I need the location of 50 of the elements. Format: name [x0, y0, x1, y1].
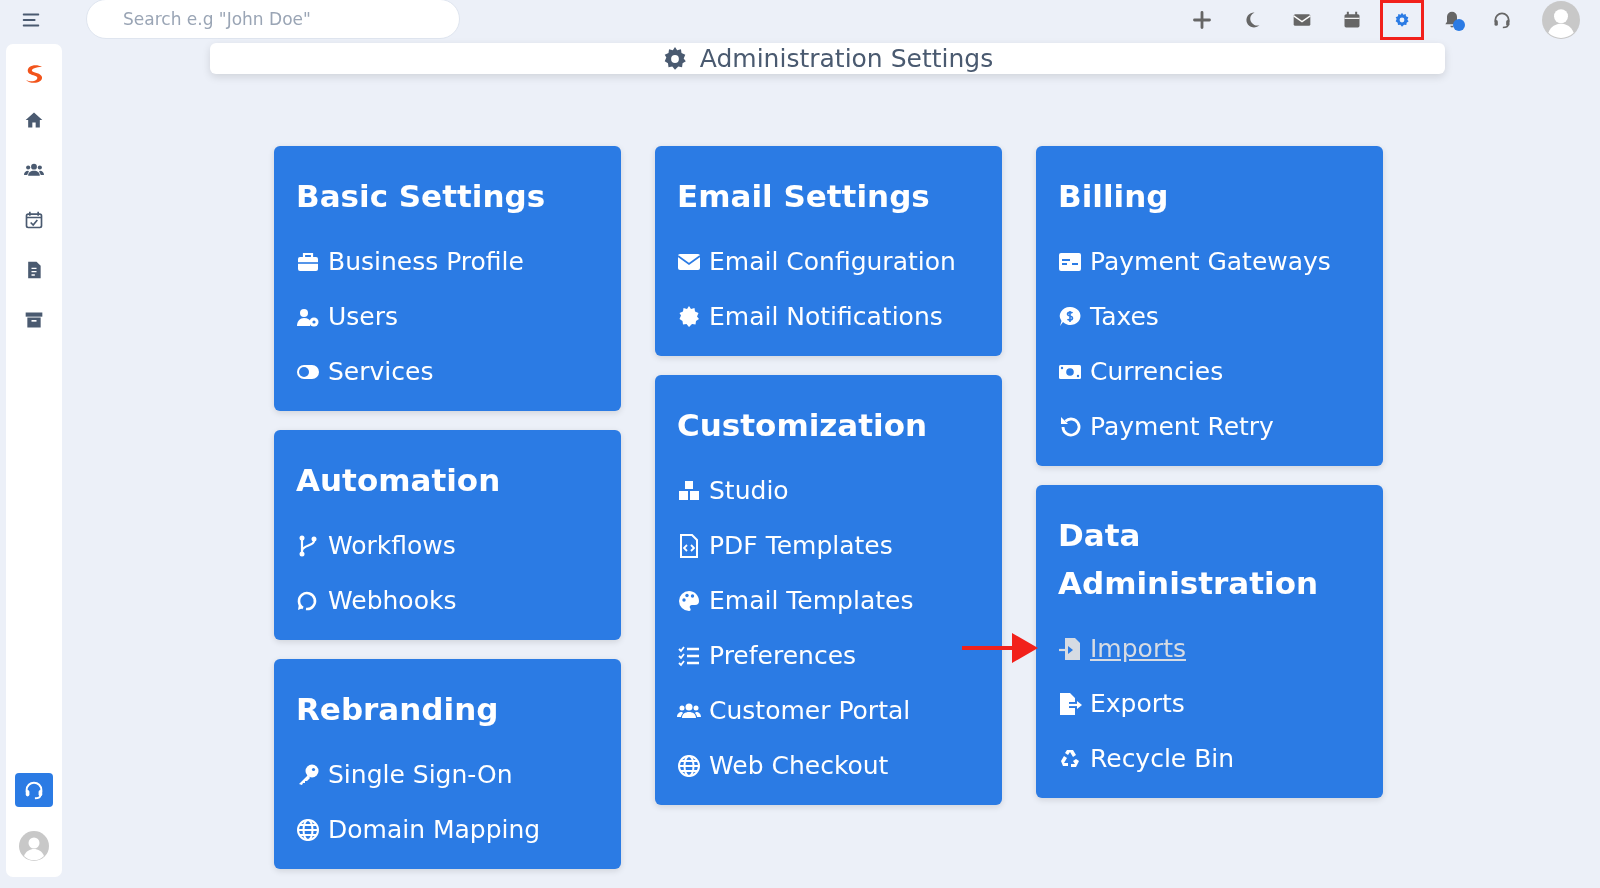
settings-link[interactable]: Payment Gateways: [1058, 234, 1331, 289]
palette-icon: [677, 588, 701, 613]
settings-link[interactable]: PDF Templates: [677, 518, 893, 573]
card-title: Automation: [296, 461, 502, 500]
settings-link[interactable]: Single Sign-On: [296, 747, 513, 802]
settings-link[interactable]: Email Notifications: [677, 289, 943, 344]
settings-link[interactable]: Web Checkout: [677, 738, 889, 793]
settings-link[interactable]: Domain Mapping: [296, 802, 541, 857]
file-code-icon: [677, 533, 701, 558]
settings-link[interactable]: Imports: [1058, 621, 1186, 676]
cubes-icon: [677, 478, 701, 503]
add-icon: [1192, 10, 1212, 30]
settings-link[interactable]: Preferences: [677, 628, 857, 683]
file-export-icon: [1058, 691, 1082, 716]
page-title: Administration Settings: [699, 44, 994, 73]
calendar-check-icon: [24, 210, 44, 230]
gear-icon: [677, 304, 701, 329]
card-title: Customization: [677, 406, 929, 445]
globe-icon: [677, 753, 701, 778]
settings-link[interactable]: Payment Retry: [1058, 399, 1274, 454]
card-title: Data Administration: [1058, 516, 1320, 603]
toolbar-button[interactable]: [1380, 0, 1424, 40]
settings-link[interactable]: Users: [296, 289, 398, 344]
settings-link[interactable]: Studio: [677, 463, 789, 518]
settings-link[interactable]: Taxes: [1058, 289, 1159, 344]
card-title: Email Settings: [677, 177, 931, 216]
settings-link[interactable]: Workflows: [296, 518, 456, 573]
settings-link[interactable]: Exports: [1058, 676, 1185, 731]
support-button[interactable]: [15, 773, 53, 807]
settings-link[interactable]: Services: [296, 344, 434, 399]
card-title: Basic Settings: [296, 177, 547, 216]
headset-icon: [23, 779, 45, 801]
headset-icon: [1492, 10, 1512, 30]
card-title: Billing: [1058, 177, 1170, 216]
settings-link[interactable]: Email Configuration: [677, 234, 956, 289]
archive-icon: [24, 310, 44, 330]
settings-link[interactable]: Recycle Bin: [1058, 731, 1235, 786]
calendar-icon: [1342, 10, 1362, 30]
settings-link[interactable]: Webhooks: [296, 573, 457, 628]
globe-icon: [296, 817, 320, 842]
retry-icon: [1058, 414, 1082, 439]
file-import-icon: [1058, 636, 1082, 661]
home-icon: [24, 110, 44, 130]
card-title: Rebranding: [296, 690, 500, 729]
search-field[interactable]: Search e.g "John Doe": [86, 0, 460, 39]
settings-link[interactable]: Email Templates: [677, 573, 914, 628]
settings-link[interactable]: Business Profile: [296, 234, 524, 289]
settings-link[interactable]: Customer Portal: [677, 683, 911, 738]
settings-link[interactable]: Currencies: [1058, 344, 1224, 399]
settings-icon: [1394, 12, 1410, 28]
